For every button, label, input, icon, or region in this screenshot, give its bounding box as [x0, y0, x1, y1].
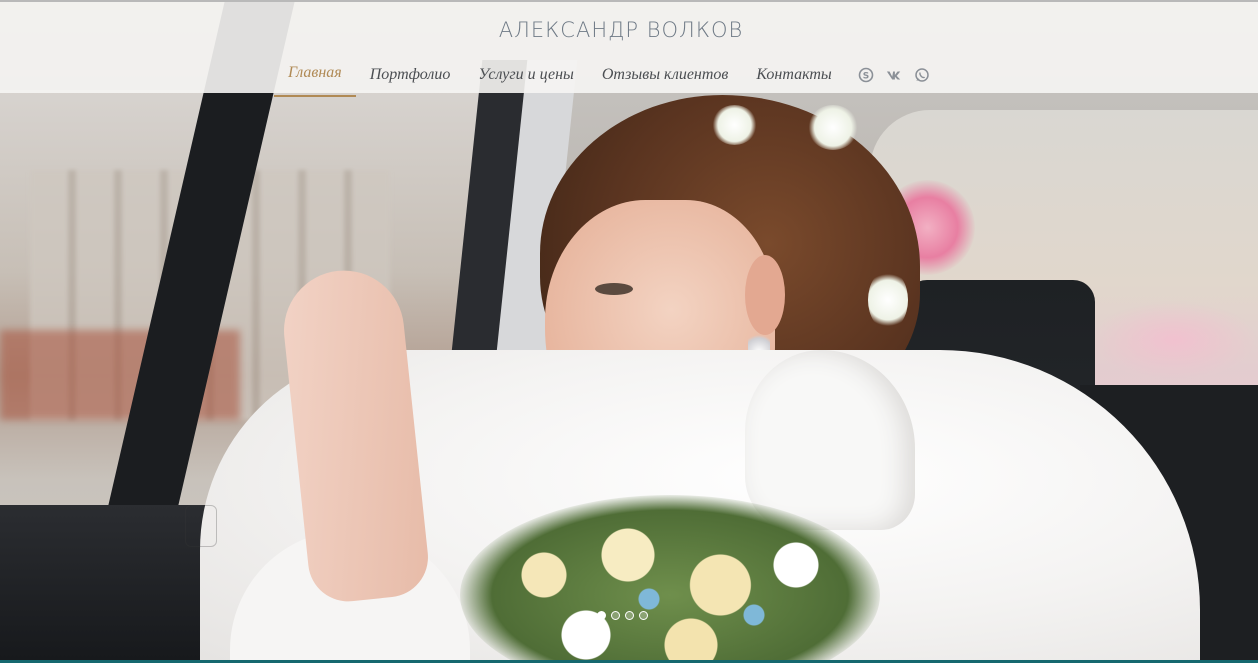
- skype-icon[interactable]: S: [856, 65, 876, 85]
- nav-item-portfolio[interactable]: Портфолио: [356, 62, 465, 94]
- slider-pagination: [597, 611, 653, 620]
- hero-slide-image: [0, 0, 1258, 663]
- site-logo[interactable]: АЛЕКСАНДР ВОЛКОВ: [0, 18, 1242, 42]
- photo-hair-flower: [868, 270, 908, 330]
- svg-text:S: S: [862, 71, 868, 81]
- photo-hair-flower: [712, 105, 757, 145]
- nav-item-home[interactable]: Главная: [274, 60, 356, 97]
- slider-dot[interactable]: [625, 611, 634, 620]
- photo-ear: [745, 255, 785, 335]
- slider-dot[interactable]: [611, 611, 620, 620]
- nav-item-contacts[interactable]: Контакты: [742, 62, 845, 94]
- photo-pink-ribbon: [1090, 300, 1258, 380]
- watermark-logo: [185, 505, 217, 547]
- nav-item-services[interactable]: Услуги и цены: [464, 62, 588, 94]
- social-links: S: [852, 65, 936, 85]
- whatsapp-icon[interactable]: [912, 65, 932, 85]
- nav-item-reviews[interactable]: Отзывы клиентов: [588, 62, 742, 94]
- vk-icon[interactable]: [884, 65, 904, 85]
- photo-eye: [595, 283, 633, 295]
- main-nav: Главная Портфолио Услуги и цены Отзывы к…: [274, 58, 936, 97]
- photo-hair-flower: [808, 105, 858, 150]
- slider-dot[interactable]: [597, 611, 606, 620]
- site-header: АЛЕКСАНДР ВОЛКОВ Главная Портфолио Услуг…: [0, 0, 1258, 97]
- slider-dot[interactable]: [639, 611, 648, 620]
